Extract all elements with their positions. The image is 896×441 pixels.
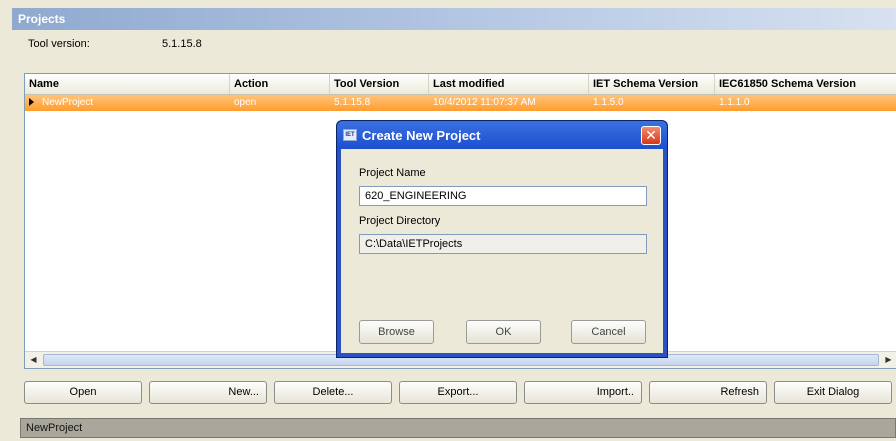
scroll-left-icon[interactable]: ◀	[25, 352, 42, 368]
close-icon[interactable]: ✕	[641, 126, 661, 145]
new-button[interactable]: New...	[149, 381, 267, 404]
delete-button[interactable]: Delete...	[274, 381, 392, 404]
ok-button[interactable]: OK	[466, 320, 541, 344]
dialog-title-bar[interactable]: IET Create New Project	[337, 121, 667, 149]
tool-version-row: Tool version: 5.1.15.8	[28, 38, 202, 50]
column-header-last-modified[interactable]: Last modified	[429, 74, 589, 94]
column-header-iec-schema[interactable]: IEC61850 Schema Version	[715, 74, 896, 94]
project-directory-label: Project Directory	[359, 215, 441, 227]
open-button[interactable]: Open	[24, 381, 142, 404]
cell-name[interactable]: NewProject	[25, 95, 230, 111]
project-name-label: Project Name	[359, 167, 426, 179]
cell-iec-schema: 1.1.1.0	[719, 97, 750, 108]
table-header: Name Action Tool Version Last modified I…	[25, 74, 896, 95]
cell-iet-schema: 1.1.5.0	[593, 97, 624, 108]
project-name-field[interactable]: 620_ENGINEERING	[359, 186, 647, 206]
dialog-body: Project Name 620_ENGINEERING Project Dir…	[341, 149, 663, 353]
project-directory-field[interactable]: C:\Data\IETProjects	[359, 234, 647, 254]
window-title: Projects	[12, 8, 896, 30]
tool-version-label: Tool version:	[28, 38, 90, 50]
browse-button[interactable]: Browse	[359, 320, 434, 344]
column-header-tool-version[interactable]: Tool Version	[330, 74, 429, 94]
table-row[interactable]: NewProject open 5.1.15.8 10/4/2012 11:07…	[25, 95, 896, 111]
column-header-iet-schema[interactable]: IET Schema Version	[589, 74, 715, 94]
status-bar: NewProject	[20, 418, 896, 438]
row-selector-icon	[29, 98, 34, 107]
cell-tool-version: 5.1.15.8	[334, 97, 371, 108]
dialog-title: Create New Project	[362, 127, 481, 143]
create-project-dialog: IET Create New Project ✕ Project Name 62…	[336, 120, 668, 358]
button-bar: Open New... Delete... Export... Import..…	[24, 381, 894, 405]
export-button[interactable]: Export...	[399, 381, 517, 404]
tool-version-value: 5.1.15.8	[162, 38, 202, 50]
scroll-right-icon[interactable]: ▶	[880, 352, 896, 368]
cell-last-modified: 10/4/2012 11:07:37 AM	[433, 97, 536, 108]
exit-dialog-button[interactable]: Exit Dialog	[774, 381, 892, 404]
cell-action[interactable]: open	[230, 95, 330, 111]
cancel-button[interactable]: Cancel	[571, 320, 646, 344]
column-header-name[interactable]: Name	[25, 74, 230, 94]
refresh-button[interactable]: Refresh	[649, 381, 767, 404]
column-header-action[interactable]: Action	[230, 74, 330, 94]
cell-name-text: NewProject	[42, 97, 94, 108]
import-button[interactable]: Import..	[524, 381, 642, 404]
dialog-app-icon: IET	[343, 129, 357, 141]
